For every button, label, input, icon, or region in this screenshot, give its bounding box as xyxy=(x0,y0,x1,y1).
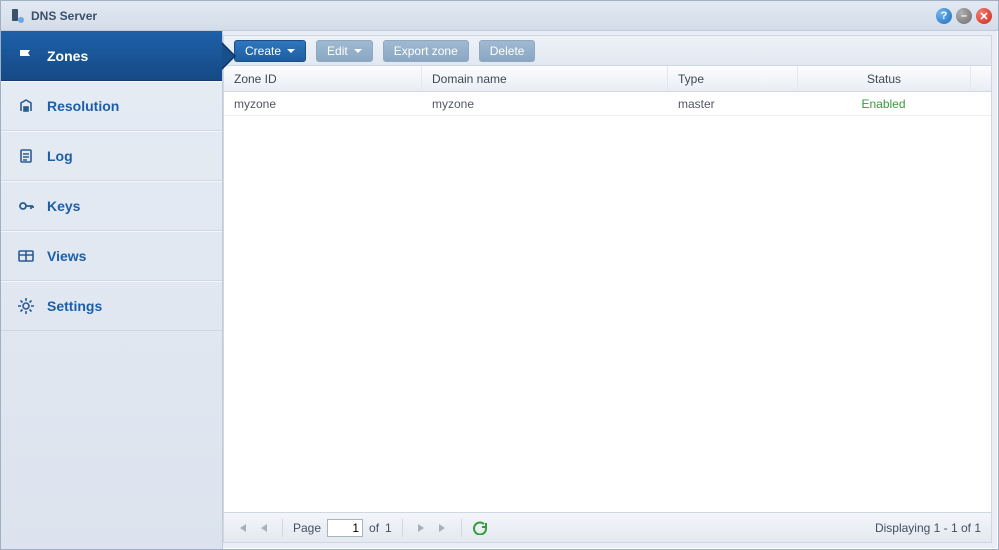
body: Zones Resolution Log Keys xyxy=(1,31,998,549)
gear-icon xyxy=(17,297,35,315)
divider xyxy=(402,519,403,537)
col-type[interactable]: Type xyxy=(668,66,798,91)
window-title: DNS Server xyxy=(31,9,932,23)
export-zone-button[interactable]: Export zone xyxy=(383,40,469,62)
sidebar-item-label: Log xyxy=(47,148,73,164)
refresh-button[interactable] xyxy=(472,520,488,536)
key-icon xyxy=(17,197,35,215)
sidebar-item-log[interactable]: Log xyxy=(1,131,222,181)
edit-button[interactable]: Edit xyxy=(316,40,373,62)
app-icon xyxy=(9,8,25,24)
help-button[interactable]: ? xyxy=(936,8,952,24)
sidebar-item-settings[interactable]: Settings xyxy=(1,281,222,331)
sidebar: Zones Resolution Log Keys xyxy=(1,31,223,549)
delete-button[interactable]: Delete xyxy=(479,40,536,62)
sidebar-item-zones[interactable]: Zones xyxy=(1,31,222,81)
col-spacer xyxy=(971,66,991,91)
next-page-button[interactable] xyxy=(413,520,429,536)
table-header: Zone ID Domain name Type Status xyxy=(224,66,991,92)
sidebar-item-views[interactable]: Views xyxy=(1,231,222,281)
cell-type: master xyxy=(668,92,798,115)
caret-down-icon xyxy=(354,49,362,53)
table: Zone ID Domain name Type Status myzone m… xyxy=(224,66,991,512)
delete-label: Delete xyxy=(490,44,525,58)
page-input[interactable] xyxy=(327,519,363,537)
create-button[interactable]: Create xyxy=(234,40,306,62)
titlebar: DNS Server ? – xyxy=(1,1,998,31)
col-zone-id[interactable]: Zone ID xyxy=(224,66,422,91)
sidebar-item-resolution[interactable]: Resolution xyxy=(1,81,222,131)
window: DNS Server ? – Zones Resolution xyxy=(0,0,999,550)
divider xyxy=(461,519,462,537)
last-page-button[interactable] xyxy=(435,520,451,536)
resolution-icon xyxy=(17,97,35,115)
views-icon xyxy=(17,247,35,265)
sidebar-item-label: Zones xyxy=(47,48,88,64)
sidebar-item-keys[interactable]: Keys xyxy=(1,181,222,231)
toolbar: Create Edit Export zone Delete xyxy=(224,36,991,66)
close-button[interactable] xyxy=(976,8,992,24)
clipboard-icon xyxy=(17,147,35,165)
sidebar-item-label: Settings xyxy=(47,298,102,314)
sidebar-item-label: Views xyxy=(47,248,86,264)
page-label: Page xyxy=(293,521,321,535)
create-label: Create xyxy=(245,44,281,58)
pager-summary: Displaying 1 - 1 of 1 xyxy=(875,521,981,535)
edit-label: Edit xyxy=(327,44,348,58)
sidebar-item-label: Resolution xyxy=(47,98,119,114)
col-domain-name[interactable]: Domain name xyxy=(422,66,668,91)
cell-domain: myzone xyxy=(422,92,668,115)
first-page-button[interactable] xyxy=(234,520,250,536)
cell-status: Enabled xyxy=(798,92,970,115)
export-label: Export zone xyxy=(394,44,458,58)
col-status[interactable]: Status xyxy=(798,66,971,91)
pager: Page of 1 Displaying 1 - 1 of 1 xyxy=(224,512,991,542)
table-body: myzone myzone master Enabled xyxy=(224,92,991,512)
caret-down-icon xyxy=(287,49,295,53)
sidebar-item-label: Keys xyxy=(47,198,80,214)
of-label: of xyxy=(369,521,379,535)
divider xyxy=(282,519,283,537)
table-row[interactable]: myzone myzone master Enabled xyxy=(224,92,991,116)
minimize-button[interactable]: – xyxy=(956,8,972,24)
content-panel: Create Edit Export zone Delete Zone ID D… xyxy=(223,35,992,543)
flag-icon xyxy=(17,47,35,65)
page-total: 1 xyxy=(385,521,392,535)
cell-zone-id: myzone xyxy=(224,92,422,115)
prev-page-button[interactable] xyxy=(256,520,272,536)
